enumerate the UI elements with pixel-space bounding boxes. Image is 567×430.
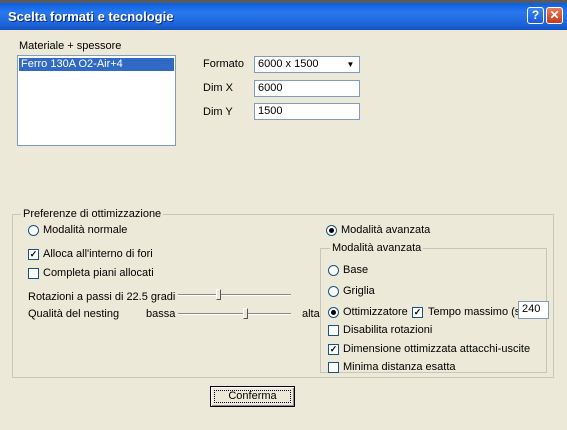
base-label[interactable]: Base — [343, 264, 368, 276]
title-bar[interactable]: Scelta formati e tecnologie ? ✕ — [0, 0, 567, 30]
confirm-button[interactable]: Conferma — [210, 386, 295, 407]
minima-checkbox[interactable] — [328, 362, 339, 373]
tempo-checkbox[interactable]: ✓ — [412, 307, 423, 318]
confirm-button-label: Conferma — [214, 390, 291, 403]
dimensione-checkbox[interactable]: ✓ — [328, 344, 339, 355]
tempo-field[interactable]: 240 — [518, 301, 549, 319]
ottimizzatore-label[interactable]: Ottimizzatore — [343, 306, 408, 318]
qualita-high-label: alta — [302, 308, 320, 320]
window-title: Scelta formati e tecnologie — [8, 9, 174, 24]
minima-label[interactable]: Minima distanza esatta — [343, 361, 456, 373]
dimy-field[interactable]: 1500 — [254, 103, 360, 120]
qualita-low-label: bassa — [146, 308, 176, 320]
base-radio[interactable] — [328, 265, 339, 276]
rotazioni-slider-track[interactable] — [178, 294, 291, 296]
rotazioni-slider-thumb[interactable] — [215, 289, 221, 300]
mode-advanced-label[interactable]: Modalità avanzata — [341, 224, 430, 236]
material-label: Materiale + spessore — [19, 40, 122, 52]
ottimizzatore-radio[interactable] — [328, 307, 339, 318]
close-icon: ✕ — [549, 8, 560, 22]
qualita-slider-thumb[interactable] — [242, 308, 248, 319]
rotazioni-label: Rotazioni a passi di 22.5 gradi — [28, 291, 176, 303]
alloca-label[interactable]: Alloca all'interno di fori — [43, 248, 153, 260]
dimx-label: Dim X — [203, 82, 233, 94]
dimx-field[interactable]: 6000 — [254, 80, 360, 97]
disabilita-checkbox[interactable] — [328, 325, 339, 336]
dimensione-label[interactable]: Dimensione ottimizzata attacchi-uscite — [343, 343, 530, 355]
completa-label[interactable]: Completa piani allocati — [43, 267, 154, 279]
help-button[interactable]: ? — [527, 7, 544, 24]
formato-label: Formato — [203, 58, 244, 70]
advanced-title: Modalità avanzata — [330, 242, 424, 254]
alloca-checkbox[interactable]: ✓ — [28, 249, 39, 260]
material-list-item[interactable]: Ferro 130A O2-Air+4 — [19, 58, 174, 71]
mode-advanced-radio[interactable] — [326, 225, 337, 236]
mode-normal-radio[interactable] — [28, 225, 39, 236]
disabilita-label[interactable]: Disabilita rotazioni — [343, 324, 432, 336]
formato-value: 6000 x 1500 — [258, 58, 319, 70]
dialog-window: Scelta formati e tecnologie ? ✕ Material… — [0, 0, 567, 430]
griglia-radio[interactable] — [328, 286, 339, 297]
qualita-label: Qualità del nesting — [28, 308, 120, 320]
material-listbox[interactable]: Ferro 130A O2-Air+4 — [17, 55, 176, 146]
dimy-value: 1500 — [258, 105, 283, 117]
qualita-slider-track[interactable] — [178, 313, 291, 315]
formato-select[interactable]: 6000 x 1500 ▼ — [254, 56, 360, 73]
help-icon: ? — [531, 8, 540, 22]
close-button[interactable]: ✕ — [546, 7, 563, 24]
preferences-title: Preferenze di ottimizzazione — [21, 208, 164, 220]
mode-normal-label[interactable]: Modalità normale — [43, 224, 127, 236]
dimy-label: Dim Y — [203, 106, 233, 118]
chevron-down-icon[interactable]: ▼ — [343, 58, 358, 71]
griglia-label[interactable]: Griglia — [343, 285, 375, 297]
tempo-value: 240 — [522, 303, 541, 315]
completa-checkbox[interactable] — [28, 268, 39, 279]
dimx-value: 6000 — [258, 82, 283, 94]
